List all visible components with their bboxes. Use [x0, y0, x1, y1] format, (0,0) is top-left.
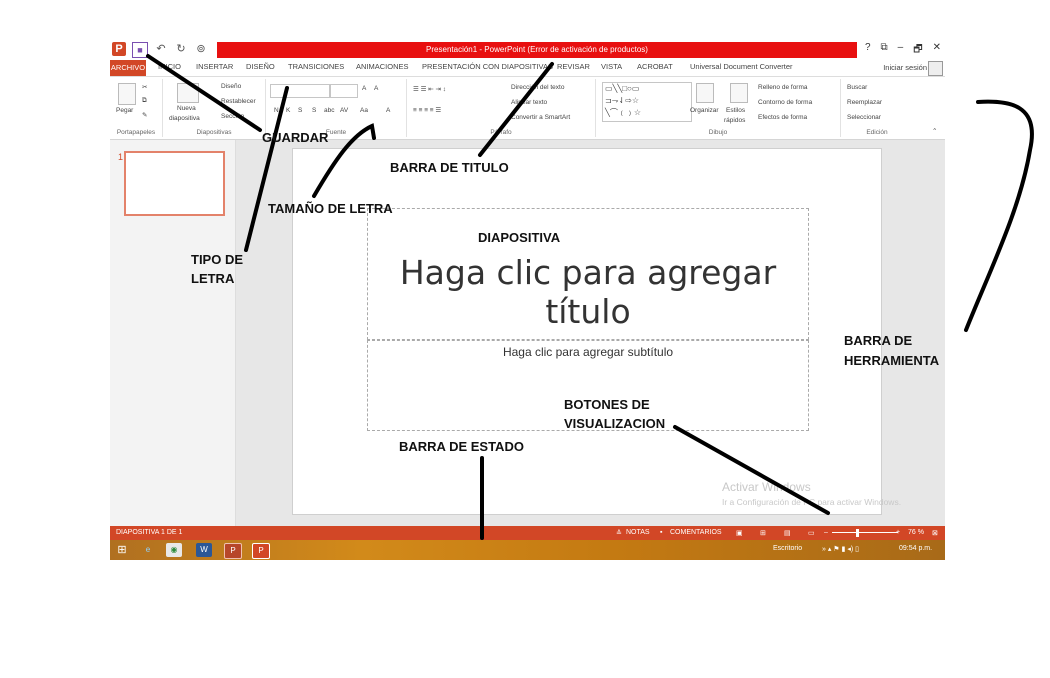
annotation-barra-herramienta-1: BARRA DE [844, 333, 913, 348]
annotation-guardar: GUARDAR [262, 130, 329, 145]
annotation-barra-titulo: BARRA DE TITULO [390, 160, 509, 175]
pointer-barra-herramienta [964, 99, 1034, 332]
pointer-barra-titulo [478, 62, 554, 157]
annotation-barra-herramienta-2: HERRAMIENTA [844, 353, 940, 368]
pointer-tipo-letra [244, 86, 289, 252]
annotation-barra-estado: BARRA DE ESTADO [399, 439, 524, 454]
pointer-guardar [146, 54, 262, 132]
annotation-tipo-letra-1: TIPO DE [191, 252, 244, 267]
annotation-botones-2: VISUALIZACION [564, 416, 666, 431]
annotation-diapositiva: DIAPOSITIVA [478, 230, 561, 245]
annotation-tamano-letra: TAMAÑO DE LETRA [268, 201, 393, 216]
pointer-botones [673, 425, 830, 515]
annotation-botones-1: BOTONES DE [564, 397, 650, 412]
annotation-tipo-letra-2: LETRA [191, 271, 235, 286]
